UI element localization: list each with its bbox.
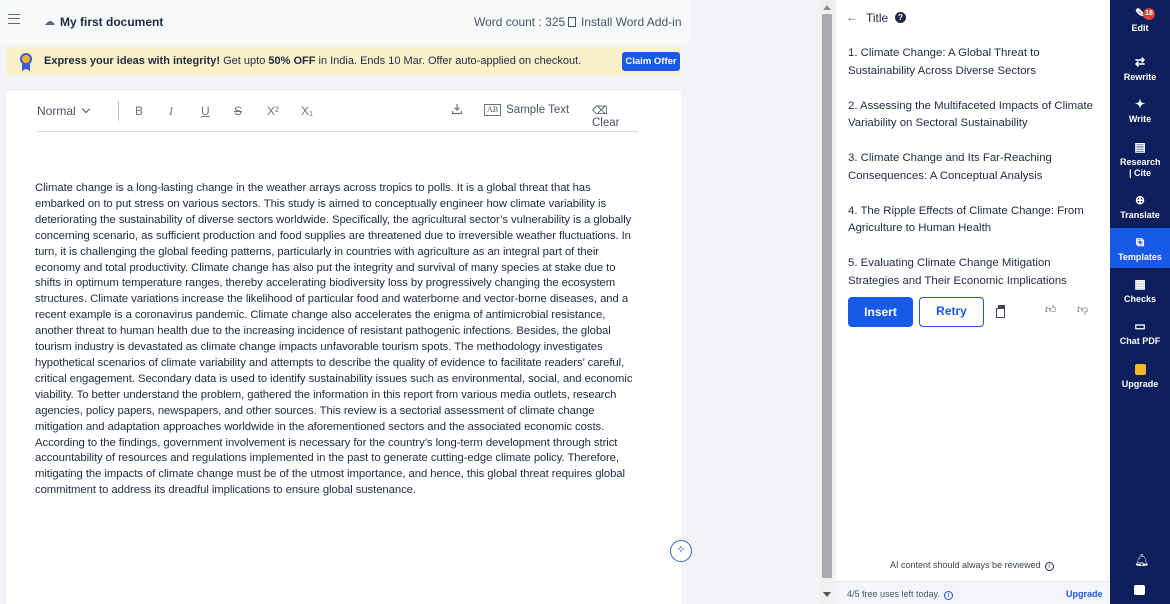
sidebar-item-label: Research | Cite <box>1120 157 1161 178</box>
tools-sidebar: ✎ 18 Edit ⇄ Rewrite ✦ Write ▤ Research |… <box>1110 0 1170 604</box>
document-body[interactable]: Climate change is a long-lasting change … <box>35 181 635 499</box>
book-icon: ▤ <box>1134 140 1146 154</box>
sidebar-item-label: Chat PDF <box>1119 336 1161 346</box>
info-icon[interactable]: i <box>943 591 953 600</box>
strikethrough-button[interactable]: S <box>234 104 242 118</box>
subscript-button[interactable]: X₁ <box>301 104 313 118</box>
clear-label: Clear <box>592 117 620 129</box>
download-icon[interactable] <box>451 103 463 115</box>
style-select-value: Normal <box>37 104 76 118</box>
sidebar-item-translate[interactable]: ⊕ Translate <box>1110 193 1170 225</box>
title-result-item[interactable]: 1. Climate Change: A Global Threat to Su… <box>848 45 1098 80</box>
title-generator-panel: ← Title ? 1. Climate Change: A Global Th… <box>836 0 1110 604</box>
sidebar-item-label: Translate <box>1120 210 1160 220</box>
info-icon[interactable]: i <box>1044 562 1054 571</box>
panel-header: ← Title ? <box>836 0 1110 34</box>
sample-text-button[interactable]: AB Sample Text <box>484 104 569 116</box>
insert-button[interactable]: Insert <box>848 297 913 327</box>
sidebar-item-rewrite[interactable]: ⇄ Rewrite <box>1110 55 1170 87</box>
promo-banner: Express your ideas with integrity! Get u… <box>6 47 681 75</box>
scroll-down-arrow-icon[interactable] <box>823 592 831 597</box>
globe-icon: ⊕ <box>1134 193 1146 207</box>
underline-button[interactable]: U <box>201 104 210 118</box>
italic-button[interactable]: I <box>169 104 173 119</box>
back-arrow-icon[interactable]: ← <box>846 10 858 24</box>
help-icon[interactable]: ? <box>895 12 906 23</box>
checks-icon: ▦ <box>1134 277 1146 291</box>
sidebar-item-chat-pdf[interactable]: ▭ Chat PDF <box>1110 319 1170 351</box>
scroll-up-arrow-icon[interactable] <box>823 5 831 10</box>
panel-title: Title <box>866 11 889 25</box>
title-result-item[interactable]: 2. Assessing the Multifaceted Impacts of… <box>848 98 1098 133</box>
promo-text-b: in India. Ends 10 Mar. Offer auto-applie… <box>315 55 582 67</box>
panel-footer: 4/5 free uses left today. i Upgrade <box>836 581 1110 604</box>
install-addin-label: Install Word Add-in <box>581 15 682 29</box>
sidebar-item-templates[interactable]: ⧉ Templates <box>1110 228 1170 268</box>
sidebar-item-label: Edit <box>1131 23 1149 33</box>
chevron-down-icon <box>81 104 90 114</box>
hamburger-menu-icon[interactable] <box>8 14 20 24</box>
scrollbar-thumb[interactable] <box>822 14 832 578</box>
sidebar-item-research-cite[interactable]: ▤ Research | Cite <box>1110 140 1170 184</box>
sidebar-item-upgrade[interactable]: Upgrade <box>1110 364 1170 396</box>
sample-text-label: Sample Text <box>506 104 570 116</box>
title-result-item[interactable]: 5. Evaluating Climate Change Mitigation … <box>848 255 1098 290</box>
copy-icon[interactable] <box>996 305 1006 318</box>
notification-badge: 18 <box>1143 8 1155 20</box>
panel-scrollbar[interactable] <box>819 0 835 604</box>
sidebar-item-label: Templates <box>1118 252 1162 262</box>
promo-text-a: Get upto <box>220 55 269 67</box>
promo-text: Express your ideas with integrity! Get u… <box>44 55 581 67</box>
chat-icon: ▭ <box>1134 319 1146 333</box>
document-icon <box>568 17 576 27</box>
sidebar-item-write[interactable]: ✦ Write <box>1110 97 1170 129</box>
templates-icon: ⧉ <box>1135 235 1145 249</box>
uses-left: 4/5 free uses left today. i <box>847 589 953 600</box>
bold-button[interactable]: B <box>135 104 143 118</box>
retry-button[interactable]: Retry <box>919 297 984 327</box>
promo-bold-lead: Express your ideas with integrity! <box>44 55 221 67</box>
sidebar-item-label: Write <box>1128 114 1152 124</box>
editor[interactable]: Normal B I U S X² X₁ AB Sample Text ⌫ Cle… <box>6 91 681 604</box>
uses-left-text: 4/5 free uses left today. <box>847 589 940 599</box>
medal-icon <box>18 51 34 71</box>
upgrade-icon <box>1134 364 1146 375</box>
document-title[interactable]: My first document <box>60 15 163 29</box>
clear-button[interactable]: ⌫ Clear <box>592 104 638 129</box>
sidebar-item-label: Checks <box>1123 294 1157 304</box>
sidebar-item-label: Rewrite <box>1123 72 1157 82</box>
sidebar-item-checks[interactable]: ▦ Checks <box>1110 277 1170 309</box>
ai-note-text: AI content should always be reviewed <box>890 560 1041 570</box>
word-count: Word count : 325 <box>474 15 566 29</box>
thumbs-down-icon[interactable]: 👎︎ <box>1077 303 1088 316</box>
app-root: ☁ My first document Word count : 325 Ins… <box>0 0 1170 604</box>
sidebar-item-edit[interactable]: ✎ 18 Edit <box>1110 6 1170 42</box>
ai-assist-button[interactable]: ✧ <box>670 540 692 562</box>
sample-text-badge: AB <box>484 104 502 116</box>
title-results: 1. Climate Change: A Global Threat to Su… <box>848 45 1098 308</box>
format-toolbar: Normal B I U S X² X₁ AB Sample Text ⌫ Cle… <box>36 99 638 132</box>
eraser-icon: ⌫ <box>592 105 608 117</box>
title-result-item[interactable]: 4. The Ripple Effects of Climate Change:… <box>848 203 1098 238</box>
ai-review-note: AI content should always be reviewed i <box>890 560 1054 571</box>
upgrade-link[interactable]: Upgrade <box>1066 589 1103 599</box>
sidebar-item-label: Upgrade <box>1121 379 1159 389</box>
bell-icon[interactable]: 🔔︎ <box>1134 553 1149 567</box>
promo-offer: 50% OFF <box>268 55 316 67</box>
title-result-item[interactable]: 3. Climate Change and Its Far-Reaching C… <box>848 150 1098 185</box>
feedback-icon[interactable] <box>1134 585 1145 595</box>
install-addin-link[interactable]: Install Word Add-in <box>568 15 682 29</box>
paragraph-style-select[interactable]: Normal <box>37 104 90 118</box>
toolbar-divider <box>118 101 119 121</box>
sparkle-icon: ✦ <box>1134 97 1146 111</box>
claim-offer-button[interactable]: Claim Offer <box>622 52 680 71</box>
refresh-icon: ⇄ <box>1134 55 1146 69</box>
cloud-icon: ☁ <box>44 16 55 28</box>
thumbs-up-icon[interactable]: 👍︎ <box>1045 303 1057 316</box>
top-bar: ☁ My first document Word count : 325 Ins… <box>0 0 690 44</box>
pen-icon: ✎ <box>1134 6 1146 20</box>
superscript-button[interactable]: X² <box>267 104 279 118</box>
